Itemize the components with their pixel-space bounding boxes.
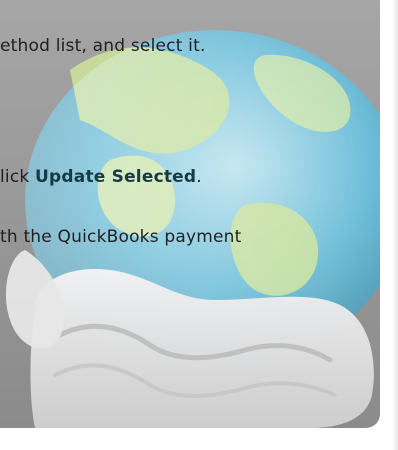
instruction-line-2-prefix: lick xyxy=(0,167,36,187)
image-overlay: ethod list, and select it. lick Update S… xyxy=(0,0,380,428)
instruction-line-2-suffix: . xyxy=(196,167,202,187)
hand-holding-globe-image xyxy=(5,30,380,428)
update-selected-label: Update Selected xyxy=(35,167,197,187)
help-article-page: ethod list, and select it. lick Update S… xyxy=(0,0,398,450)
instruction-line-1: ethod list, and select it. xyxy=(0,36,206,56)
instruction-line-3: th the QuickBooks payment xyxy=(0,227,242,247)
instruction-line-2: lick Update Selected. xyxy=(0,167,202,187)
page-edge xyxy=(392,0,398,450)
